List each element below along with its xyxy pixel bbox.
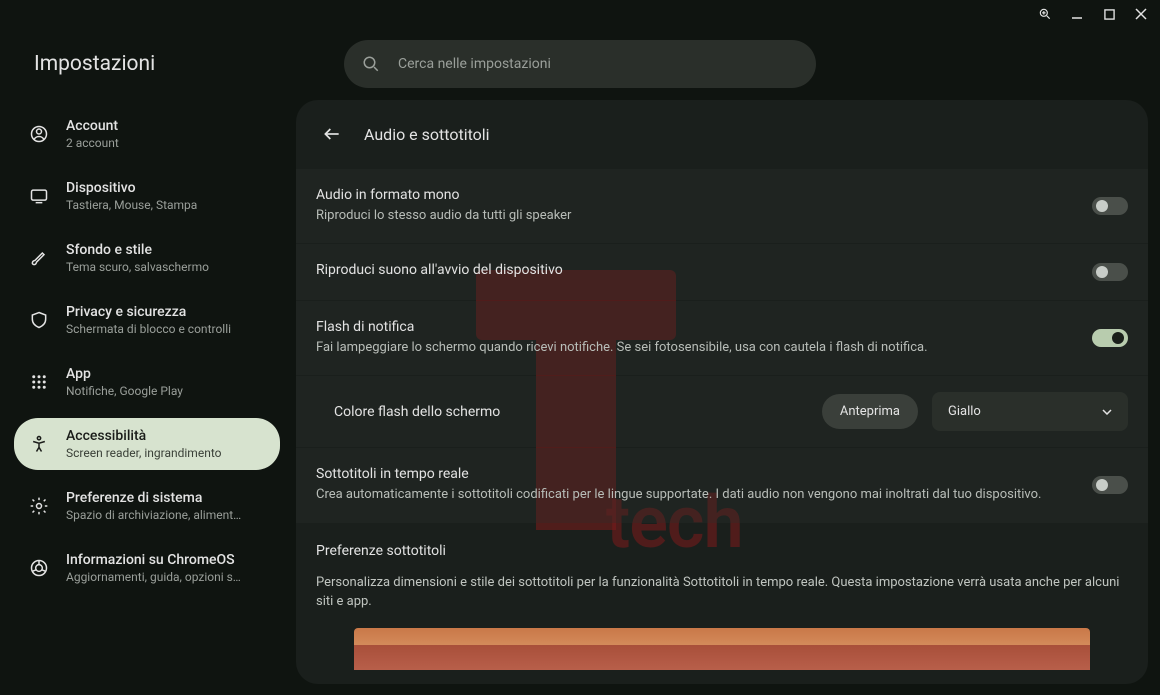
panel-title: Audio e sottotitoli [364, 125, 490, 144]
gear-icon [28, 495, 50, 517]
toggle-startup-sound[interactable] [1092, 263, 1128, 281]
sidebar-item-sub: Aggiornamenti, guida, opzioni s… [66, 570, 241, 584]
sidebar-item-wallpaper[interactable]: Sfondo e stile Tema scuro, salvaschermo [14, 232, 280, 284]
window-titlebar [0, 0, 1160, 28]
back-button[interactable] [320, 122, 344, 146]
setting-live-caption: Sottotitoli in tempo reale Crea automati… [296, 448, 1148, 522]
dropdown-value: Giallo [948, 404, 981, 419]
app-title: Impostazioni [34, 52, 155, 76]
flash-color-dropdown[interactable]: Giallo [932, 392, 1128, 431]
sidebar-item-sub: Schermata di blocco e controlli [66, 322, 231, 336]
setting-title: Flash di notifica [316, 319, 1072, 335]
minimize-icon[interactable] [1070, 7, 1084, 21]
maximize-icon[interactable] [1102, 7, 1116, 21]
setting-desc: Riproduci lo stesso audio da tutti gli s… [316, 207, 1072, 225]
sidebar-item-apps[interactable]: App Notifiche, Google Play [14, 356, 280, 408]
sidebar-item-sub: Tastiera, Mouse, Stampa [66, 198, 197, 212]
accessibility-icon [28, 433, 50, 455]
sidebar-item-sub: Screen reader, ingrandimento [66, 446, 221, 460]
sidebar-item-sub: Tema scuro, salvaschermo [66, 260, 209, 274]
setting-title: Audio in formato mono [316, 187, 1072, 203]
panel-header: Audio e sottotitoli [296, 100, 1148, 168]
caption-prefs-title: Preferenze sottotitoli [296, 523, 1148, 569]
app-header: Impostazioni [0, 28, 1160, 100]
sidebar-item-sub: Notifiche, Google Play [66, 384, 183, 398]
sidebar-item-label: App [66, 366, 183, 382]
sidebar-item-sub: 2 account [66, 136, 119, 150]
sidebar-item-label: Informazioni su ChromeOS [66, 552, 241, 568]
setting-title: Sottotitoli in tempo reale [316, 466, 1072, 482]
sidebar-item-label: Dispositivo [66, 180, 197, 196]
sidebar-item-label: Preferenze di sistema [66, 490, 241, 506]
setting-startup-sound: Riproduci suono all'avvio del dispositiv… [296, 244, 1148, 300]
chevron-down-icon [1102, 409, 1112, 415]
brush-icon [28, 247, 50, 269]
sidebar-item-label: Account [66, 118, 119, 134]
sidebar-item-label: Accessibilità [66, 428, 221, 444]
caption-prefs-desc: Personalizza dimensioni e stile dei sott… [296, 569, 1148, 628]
search-field[interactable] [398, 56, 798, 72]
device-icon [28, 185, 50, 207]
sidebar-item-device[interactable]: Dispositivo Tastiera, Mouse, Stampa [14, 170, 280, 222]
toggle-live-caption[interactable] [1092, 476, 1128, 494]
sidebar-item-accessibility[interactable]: Accessibilità Screen reader, ingrandiment… [14, 418, 280, 470]
toggle-notification-flash[interactable] [1092, 329, 1128, 347]
setting-desc: Crea automaticamente i sottotitoli codif… [316, 486, 1072, 504]
setting-mono-audio: Audio in formato mono Riproduci lo stess… [296, 169, 1148, 243]
toggle-mono-audio[interactable] [1092, 197, 1128, 215]
sidebar-item-label: Sfondo e stile [66, 242, 209, 258]
sidebar-item-sub: Spazio di archiviazione, aliment… [66, 508, 241, 522]
search-input[interactable] [344, 40, 816, 88]
sidebar: Account 2 account Dispositivo Tastiera, Mo… [0, 100, 290, 695]
setting-title: Riproduci suono all'avvio del dispositiv… [316, 262, 1072, 278]
search-icon [362, 55, 380, 73]
sidebar-item-account[interactable]: Account 2 account [14, 108, 280, 160]
zoom-icon[interactable] [1038, 7, 1052, 21]
sidebar-item-about[interactable]: Informazioni su ChromeOS Aggiornamenti, g… [14, 542, 280, 594]
shield-icon [28, 309, 50, 331]
setting-desc: Fai lampeggiare lo schermo quando ricevi… [316, 339, 1072, 357]
caption-preview-image [354, 628, 1090, 670]
sidebar-item-label: Privacy e sicurezza [66, 304, 231, 320]
chrome-icon [28, 557, 50, 579]
preview-button[interactable]: Anteprima [822, 394, 918, 429]
flash-color-label: Colore flash dello schermo [334, 404, 808, 420]
close-icon[interactable] [1134, 7, 1148, 21]
settings-panel: tech Audio e sottotitoli Audio in format… [296, 100, 1148, 684]
setting-flash-color: Colore flash dello schermo Anteprima Gia… [296, 376, 1148, 447]
setting-notification-flash: Flash di notifica Fai lampeggiare lo sch… [296, 301, 1148, 375]
sidebar-item-system[interactable]: Preferenze di sistema Spazio di archiviaz… [14, 480, 280, 532]
account-icon [28, 123, 50, 145]
apps-icon [28, 371, 50, 393]
sidebar-item-privacy[interactable]: Privacy e sicurezza Schermata di blocco e… [14, 294, 280, 346]
